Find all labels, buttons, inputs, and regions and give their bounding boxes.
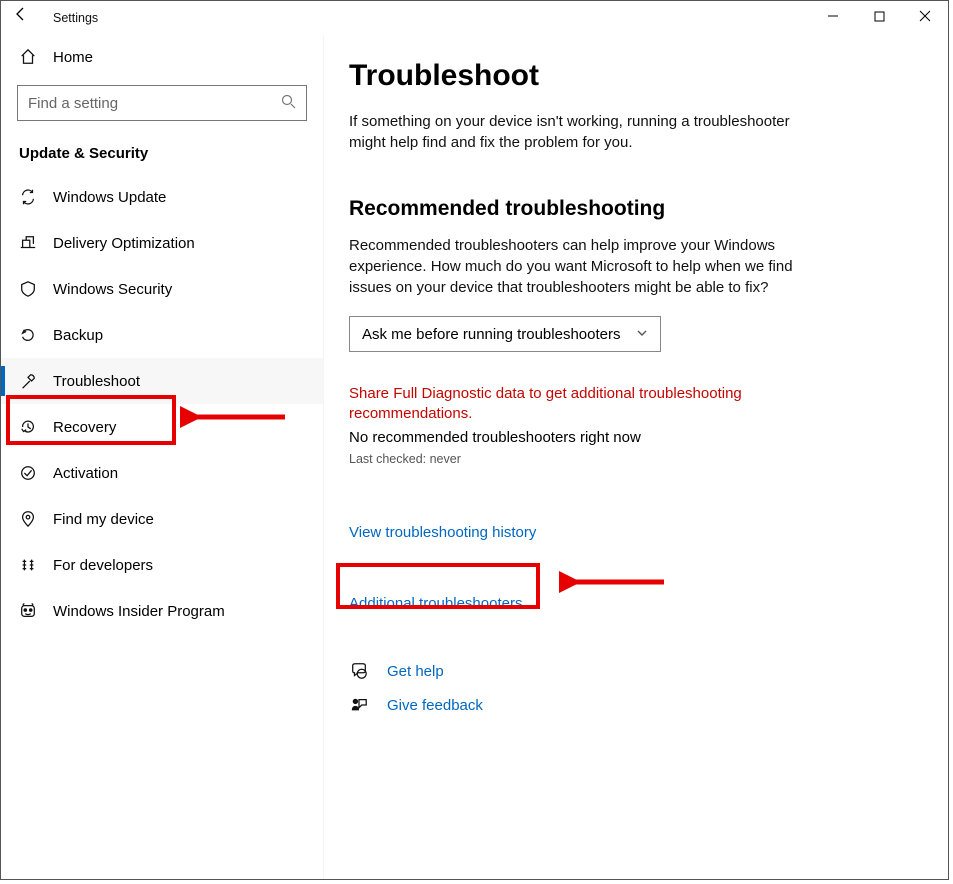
sidebar-item-windows-insider[interactable]: Windows Insider Program xyxy=(1,588,323,634)
recovery-icon xyxy=(19,418,37,436)
last-checked-text: Last checked: never xyxy=(349,452,908,466)
home-button[interactable]: Home xyxy=(1,35,323,79)
sidebar-item-for-developers[interactable]: For developers xyxy=(1,542,323,588)
search-icon xyxy=(281,94,296,113)
sidebar-item-label: Delivery Optimization xyxy=(53,235,195,252)
developers-icon xyxy=(19,556,37,574)
diagnostic-warning: Share Full Diagnostic data to get additi… xyxy=(349,384,789,423)
search-placeholder: Find a setting xyxy=(28,95,118,112)
sidebar-item-label: Activation xyxy=(53,465,118,482)
sidebar-item-label: Windows Update xyxy=(53,189,166,206)
insider-icon xyxy=(19,602,37,620)
shield-icon xyxy=(19,280,37,298)
sidebar-item-find-my-device[interactable]: Find my device xyxy=(1,496,323,542)
home-icon xyxy=(19,48,37,66)
check-circle-icon xyxy=(19,464,37,482)
recommended-text: Recommended troubleshooters can help imp… xyxy=(349,235,809,298)
search-input[interactable]: Find a setting xyxy=(17,85,307,121)
backup-icon xyxy=(19,326,37,344)
sidebar-item-label: Windows Insider Program xyxy=(53,603,225,620)
get-help-link[interactable]: Get help xyxy=(387,663,444,680)
sidebar-item-label: Windows Security xyxy=(53,281,172,298)
location-icon xyxy=(19,510,37,528)
back-button[interactable] xyxy=(1,1,41,35)
diagnostic-dropdown[interactable]: Ask me before running troubleshooters xyxy=(349,316,661,352)
sidebar-item-backup[interactable]: Backup xyxy=(1,312,323,358)
sidebar-item-recovery[interactable]: Recovery xyxy=(1,404,323,450)
sidebar-item-label: Backup xyxy=(53,327,103,344)
window-title: Settings xyxy=(41,11,98,25)
content-pane: Troubleshoot If something on your device… xyxy=(324,35,948,879)
delivery-icon xyxy=(19,234,37,252)
sync-icon xyxy=(19,188,37,206)
recommended-heading: Recommended troubleshooting xyxy=(349,197,908,221)
feedback-icon xyxy=(349,696,369,714)
get-help-icon xyxy=(349,662,369,680)
wrench-icon xyxy=(19,372,37,390)
sidebar-item-label: Recovery xyxy=(53,419,116,436)
sidebar-item-windows-update[interactable]: Windows Update xyxy=(1,174,323,220)
titlebar: Settings xyxy=(1,1,948,35)
home-label: Home xyxy=(53,49,93,66)
sidebar: Home Find a setting Update & Security Wi… xyxy=(1,35,324,879)
page-title: Troubleshoot xyxy=(349,59,908,93)
sidebar-section-label: Update & Security xyxy=(1,139,323,174)
intro-text: If something on your device isn't workin… xyxy=(349,111,809,153)
minimize-button[interactable] xyxy=(810,1,856,31)
maximize-button[interactable] xyxy=(856,1,902,31)
no-recommended-text: No recommended troubleshooters right now xyxy=(349,429,908,446)
dropdown-value: Ask me before running troubleshooters xyxy=(362,326,620,343)
close-button[interactable] xyxy=(902,1,948,31)
sidebar-item-activation[interactable]: Activation xyxy=(1,450,323,496)
sidebar-item-troubleshoot[interactable]: Troubleshoot xyxy=(1,358,323,404)
sidebar-item-label: Troubleshoot xyxy=(53,373,140,390)
sidebar-item-windows-security[interactable]: Windows Security xyxy=(1,266,323,312)
sidebar-item-label: For developers xyxy=(53,557,153,574)
sidebar-item-delivery-optimization[interactable]: Delivery Optimization xyxy=(1,220,323,266)
sidebar-item-label: Find my device xyxy=(53,511,154,528)
view-history-link[interactable]: View troubleshooting history xyxy=(349,524,536,541)
chevron-down-icon xyxy=(636,326,648,343)
additional-troubleshooters-link[interactable]: Additional troubleshooters xyxy=(349,595,522,612)
give-feedback-link[interactable]: Give feedback xyxy=(387,697,483,714)
